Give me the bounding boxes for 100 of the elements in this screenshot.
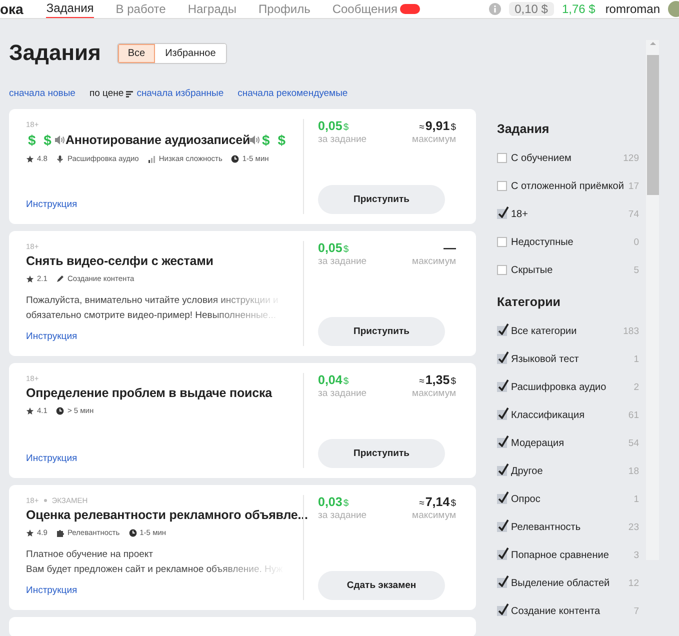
filter-count: 17 — [628, 180, 639, 192]
checkbox[interactable] — [497, 326, 507, 336]
filter-heading: Категории — [497, 295, 562, 309]
sort-link[interactable]: по цене — [89, 88, 124, 99]
task-title[interactable]: Аннотирование аудиозаписей — [65, 133, 250, 147]
checkbox[interactable] — [497, 209, 507, 219]
filter-label[interactable]: 18+ — [511, 208, 628, 220]
filter-label[interactable]: Попарное сравнение — [511, 550, 634, 560]
nav-tab[interactable]: В работе — [116, 0, 166, 18]
max-label: максимум — [412, 134, 456, 145]
filter-label[interactable]: Опрос — [511, 494, 634, 504]
reward-amount: 0,03$ — [318, 495, 350, 509]
filter-count: 7 — [634, 606, 639, 616]
filter-count: 0 — [634, 236, 639, 248]
nav-tab[interactable]: Сообщения — [332, 0, 398, 18]
start-button[interactable]: Сдать экзамен — [318, 571, 445, 600]
checkbox[interactable] — [497, 382, 507, 392]
checkbox[interactable] — [497, 550, 507, 560]
checkbox[interactable] — [497, 606, 507, 616]
filter-label[interactable]: Выделение областей — [511, 578, 628, 588]
start-button[interactable]: Приступить — [318, 439, 445, 468]
filter-label[interactable]: Другое — [511, 466, 628, 476]
checkbox[interactable] — [497, 265, 507, 275]
info-icon — [488, 3, 501, 15]
signal-bars-icon — [148, 154, 156, 162]
checkbox[interactable] — [497, 153, 507, 163]
checkbox[interactable] — [497, 494, 507, 504]
checkbox[interactable] — [497, 181, 507, 191]
speaker-icon — [55, 135, 66, 145]
filter-label[interactable]: Модерация — [511, 438, 628, 448]
filter-count: 5 — [634, 264, 639, 276]
sort-link[interactable]: сначала новые — [9, 88, 76, 99]
max-amount: — — [444, 241, 456, 255]
balance-badge: 0,10 $ — [508, 2, 554, 16]
filter-count: 129 — [623, 152, 639, 164]
task-title[interactable]: Снять видео-селфи с жестами — [26, 254, 214, 268]
task-title[interactable]: Определение проблем в выдаче поиска — [26, 386, 272, 400]
checkbox[interactable] — [497, 354, 507, 364]
nav-tab[interactable]: Задания — [46, 0, 94, 18]
earnings: 1,76 $ — [562, 2, 596, 16]
filter-heading: Задания — [497, 122, 550, 136]
nav-tab[interactable]: Профиль — [258, 0, 310, 18]
checkbox[interactable] — [497, 438, 507, 448]
checkbox[interactable] — [497, 522, 507, 532]
filter-label[interactable]: Создание контента — [511, 606, 634, 616]
instruction-link[interactable]: Инструкция — [26, 453, 295, 464]
filter-count: 23 — [628, 522, 639, 532]
clock-icon — [128, 528, 137, 536]
max-label: максимум — [412, 256, 456, 267]
reward-label: за задание — [318, 510, 367, 521]
reward-label: за задание — [318, 388, 367, 399]
reward-amount: 0,05$ — [318, 241, 350, 255]
reward-amount: 0,04$ — [318, 373, 350, 387]
username[interactable]: romroman — [605, 2, 660, 16]
checkbox[interactable] — [497, 578, 507, 588]
filter-label[interactable]: Классификация — [511, 410, 628, 420]
checkbox[interactable] — [497, 466, 507, 476]
filter-label[interactable]: Все категории — [511, 326, 624, 336]
reward-amount: 0,05$ — [318, 119, 350, 133]
scrollbar-thumb[interactable] — [646, 55, 658, 195]
start-button[interactable]: Приступить — [318, 185, 445, 214]
filter-count: 2 — [634, 382, 639, 392]
filter-count: 74 — [628, 208, 639, 220]
filter-label[interactable]: С обучением — [511, 152, 624, 164]
filter-label[interactable]: Расшифровка аудио — [511, 382, 634, 392]
sort-icon — [126, 90, 133, 98]
filter-count: 12 — [628, 578, 639, 588]
reward-label: за задание — [318, 256, 367, 267]
microphone-icon — [56, 154, 64, 162]
instruction-link[interactable]: Инструкция — [26, 331, 295, 342]
instruction-link[interactable]: Инструкция — [26, 199, 295, 210]
clock-icon — [231, 154, 240, 162]
nav-tab[interactable]: Награды — [188, 0, 237, 18]
checkbox[interactable] — [497, 410, 507, 420]
filter-label[interactable]: Скрытые — [511, 264, 634, 276]
start-button[interactable]: Приступить — [318, 317, 445, 346]
checkbox[interactable] — [497, 237, 507, 247]
filter-label[interactable]: Недоступные — [511, 236, 634, 248]
filter-count: 61 — [628, 410, 639, 420]
pencil-icon — [56, 274, 64, 282]
filter-label[interactable]: С отложенной приёмкой — [511, 180, 628, 192]
star-icon — [26, 274, 34, 282]
logo[interactable]: ока — [0, 1, 24, 17]
page-title: Задания — [9, 40, 101, 66]
clock-icon — [56, 406, 64, 414]
view-tab[interactable]: Все — [118, 44, 156, 62]
sort-link[interactable]: сначала избранные — [136, 88, 224, 99]
max-label: максимум — [412, 388, 456, 399]
max-label: максимум — [412, 510, 456, 521]
filter-count: 3 — [634, 550, 639, 560]
max-amount: ≈1,35$ — [419, 373, 456, 387]
dollar-signs: $ $ — [262, 132, 288, 148]
sort-link[interactable]: сначала рекомендуемые — [238, 88, 348, 99]
scrollbar[interactable] — [646, 40, 659, 560]
filter-label[interactable]: Релевантность — [511, 522, 628, 532]
reward-label: за задание — [318, 134, 367, 145]
task-title[interactable]: Оценка релевантности рекламного объявле... — [26, 508, 308, 522]
instruction-link[interactable]: Инструкция — [26, 585, 295, 596]
filter-label[interactable]: Языковой тест — [511, 354, 634, 364]
filter-count: 1 — [634, 354, 639, 364]
